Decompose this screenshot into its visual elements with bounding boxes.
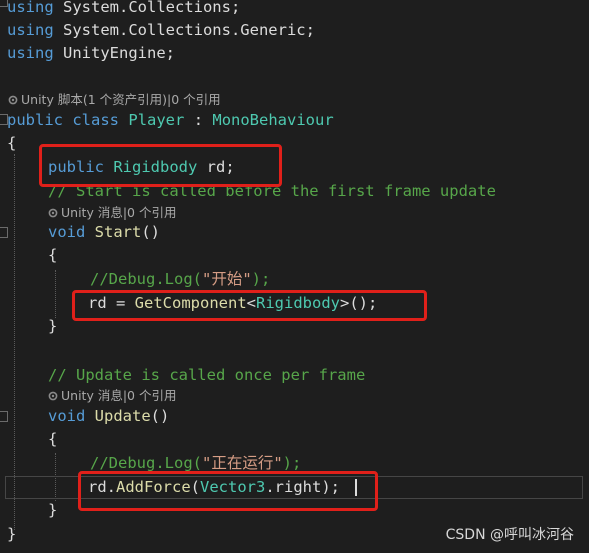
collapse-update-marker[interactable] [0, 411, 8, 422]
code-line-using-generic[interactable]: using System.Collections.Generic; [7, 19, 315, 42]
hint-text: Unity 消息|0 个引用 [61, 205, 177, 220]
code-line-comment-update[interactable]: // Update is called once per frame [48, 364, 365, 387]
code-line-start-declaration[interactable]: void Start() [48, 221, 160, 244]
comment-string: "正在运行" [201, 454, 283, 472]
brace: } [48, 317, 58, 335]
method-name-update: Update [94, 407, 151, 425]
hint-text: Unity 消息|0 个引用 [61, 388, 177, 403]
unity-script-icon [8, 95, 18, 105]
parens: () [150, 407, 170, 425]
comment-string: "开始" [201, 270, 252, 288]
brace: { [48, 246, 58, 264]
keyword: using [7, 0, 54, 16]
code-line-open-brace-update[interactable]: { [48, 428, 57, 451]
code-line-using-collections[interactable]: using System.Collections; [7, 0, 240, 19]
code-line-close-brace-update[interactable]: } [48, 499, 57, 522]
comment-suffix: ); [251, 270, 271, 288]
codelens-class-hint[interactable]: Unity 脚本(1 个资产引用)|0 个引用 [8, 91, 221, 109]
codelens-update-hint[interactable]: Unity 消息|0 个引用 [48, 387, 176, 405]
brace: } [7, 525, 17, 543]
code-line-close-brace-class[interactable]: } [7, 523, 16, 546]
unity-message-icon [48, 208, 58, 218]
class-name: Player [128, 111, 185, 129]
codelens-start-hint[interactable]: Unity 消息|0 个引用 [48, 204, 176, 222]
colon-separator: : [184, 111, 213, 129]
comment-prefix: //Debug.Log( [90, 454, 202, 472]
base-class-name: MonoBehaviour [212, 111, 334, 129]
comment-text: // Update is called once per frame [48, 366, 366, 384]
keyword-void: void [48, 407, 86, 425]
method-name-start: Start [94, 223, 142, 241]
code-line-class-declaration[interactable]: public class Player : MonoBehaviour [7, 109, 334, 132]
keyword-class: class [72, 111, 120, 129]
keyword-public: public [7, 111, 63, 129]
csdn-watermark: CSDN @呼叫冰河谷 [445, 527, 574, 543]
indent-guide-start [55, 270, 56, 318]
comment-suffix: ); [282, 454, 302, 472]
highlight-box-getcomponent [72, 290, 427, 321]
hint-text: Unity 脚本(1 个资产引用)|0 个引用 [21, 92, 221, 107]
code-line-using-unityengine[interactable]: using UnityEngine; [7, 42, 175, 65]
highlight-box-addforce [78, 471, 378, 511]
namespace-text: System.Collections.Generic; [53, 21, 315, 39]
code-line-open-brace-class[interactable]: { [7, 132, 16, 155]
namespace-text: UnityEngine; [53, 44, 175, 62]
unity-message-icon [48, 391, 58, 401]
code-editor[interactable]: using System.Collections; using System.C… [0, 0, 589, 553]
code-line-comment-debug-start[interactable]: //Debug.Log("开始"); [90, 268, 270, 291]
keyword: using [7, 44, 54, 62]
keyword-void: void [48, 223, 86, 241]
brace: } [48, 501, 58, 519]
namespace-text: System.Collections; [53, 0, 241, 16]
keyword: using [7, 21, 54, 39]
collapse-start-marker[interactable] [0, 227, 8, 238]
indent-guide-class [14, 154, 15, 530]
comment-prefix: //Debug.Log( [90, 270, 202, 288]
parens: () [141, 223, 161, 241]
code-line-update-declaration[interactable]: void Update() [48, 405, 169, 428]
code-line-close-brace-start[interactable]: } [48, 315, 57, 338]
brace: { [48, 430, 58, 448]
highlight-box-field [39, 144, 282, 187]
code-line-open-brace-start[interactable]: { [48, 244, 57, 267]
brace: { [7, 134, 17, 152]
